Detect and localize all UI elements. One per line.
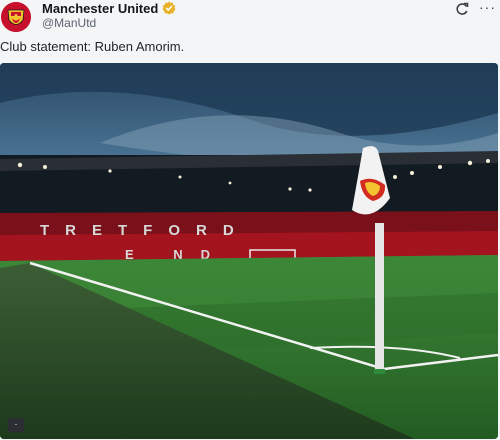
post-header: Manchester United @ManUtd ··· <box>0 0 500 34</box>
stand-lettering: TRETFORD <box>40 222 250 239</box>
author-handle[interactable]: @ManUtd <box>42 16 96 30</box>
verified-badge-icon <box>162 1 176 15</box>
refresh-icon[interactable] <box>453 1 471 17</box>
author-name-label: Manchester United <box>42 1 159 16</box>
post-text: Club statement: Ruben Amorim. <box>0 39 185 54</box>
man-utd-crest-icon[interactable] <box>1 2 31 32</box>
post-image[interactable]: TRETFORD E ND · <box>0 63 498 439</box>
author-name[interactable]: Manchester United <box>42 1 176 16</box>
social-post: Manchester United @ManUtd ··· Club state… <box>0 0 500 440</box>
post-actions: ··· <box>443 0 496 17</box>
media-corner-button[interactable]: · <box>8 418 24 432</box>
stadium-photo: TRETFORD E ND <box>0 63 498 439</box>
more-dots-icon[interactable]: ··· <box>479 0 496 14</box>
